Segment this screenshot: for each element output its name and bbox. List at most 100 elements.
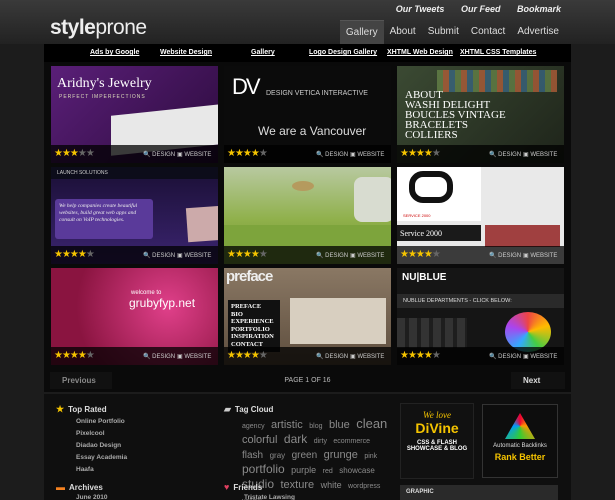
- tag-link[interactable]: ecommerce: [333, 438, 370, 445]
- bookmark-link[interactable]: Bookmark: [517, 4, 561, 14]
- friends-heading: ♥ Friends: [224, 482, 263, 492]
- nav-gallery[interactable]: Gallery: [339, 20, 384, 44]
- tag-link[interactable]: pink: [364, 453, 377, 460]
- website-link[interactable]: ▣ WEBSITE: [350, 353, 384, 360]
- thumb-preview: [290, 298, 386, 344]
- tag-link[interactable]: purple: [291, 465, 316, 475]
- tag-cloud-heading: ▰ Tag Cloud: [224, 404, 274, 414]
- thumb-illustration: [354, 177, 391, 222]
- list-item[interactable]: June 2010: [76, 492, 107, 500]
- design-link[interactable]: 🔍 DESIGN: [316, 151, 348, 158]
- ads-by-google-link[interactable]: Ads by Google: [90, 49, 139, 56]
- thumb-bracelets-image: [437, 70, 557, 92]
- gallery-thumb[interactable]: NU|BLUE NUBLUE DEPARTMENTS - CLICK BELOW…: [397, 268, 564, 365]
- tag-link[interactable]: colorful: [242, 434, 277, 446]
- tag-link[interactable]: agency: [242, 423, 265, 430]
- thumb-servers: [397, 318, 467, 348]
- rating-stars: ★★★★★: [54, 350, 95, 361]
- design-link[interactable]: 🔍 DESIGN: [316, 353, 348, 360]
- website-link[interactable]: ▣ WEBSITE: [177, 252, 211, 259]
- gallery-thumb[interactable]: ★★★★★ 🔍 DESIGN ▣ WEBSITE: [224, 167, 391, 264]
- ad-link-xhtml-css-templates[interactable]: XHTML CSS Templates: [460, 49, 536, 56]
- gallery-thumb[interactable]: Aridny's Jewelry PERFECT IMPERFECTIONS ★…: [51, 66, 218, 163]
- list-item[interactable]: Essay Academia: [76, 452, 127, 464]
- gallery-thumb[interactable]: LAUNCH SOLUTIONS We help companies creat…: [51, 167, 218, 264]
- tag-link[interactable]: portfolio: [242, 462, 285, 476]
- thumb-toolbar: ★★★★★ 🔍 DESIGN ▣ WEBSITE: [224, 145, 391, 163]
- gallery-thumb[interactable]: SERVICE 2000 Service 2000 ★★★★★ 🔍 DESIGN…: [397, 167, 564, 264]
- thumb-subtitle: PERFECT IMPERFECTIONS: [59, 94, 146, 100]
- design-link[interactable]: 🔍 DESIGN: [143, 252, 175, 259]
- tag-link[interactable]: green: [292, 450, 318, 461]
- website-link[interactable]: ▣ WEBSITE: [523, 252, 557, 259]
- ad-line: Automatic Backlinks: [493, 443, 547, 449]
- our-tweets-link[interactable]: Our Tweets: [396, 4, 445, 14]
- backlinks-ad-banner[interactable]: Automatic Backlinks Rank Better: [482, 404, 558, 478]
- thumb-toolbar: ★★★★★ 🔍 DESIGN ▣ WEBSITE: [51, 246, 218, 264]
- tag-link[interactable]: wordpress: [348, 483, 380, 490]
- thumb-title: preface: [226, 268, 273, 285]
- thumb-illustration: [292, 181, 314, 191]
- tag-link[interactable]: clean: [356, 416, 387, 431]
- gallery-thumb[interactable]: DV DESIGN VETICA INTERACTIVE We are a Va…: [224, 66, 391, 163]
- tag-link[interactable]: grunge: [324, 449, 358, 461]
- ad-link-gallery[interactable]: Gallery: [251, 49, 275, 56]
- gallery-thumb[interactable]: preface PREFACE BIO EXPERIENCE PORTFOLIO…: [224, 268, 391, 365]
- tag-link[interactable]: gray: [270, 451, 286, 460]
- thumb-title: LAUNCH SOLUTIONS: [57, 170, 108, 176]
- next-button[interactable]: Next: [511, 372, 565, 389]
- star-icon: ★: [56, 404, 65, 414]
- list-item[interactable]: Tristate Lawsing: [244, 492, 295, 500]
- nav-advertise[interactable]: Advertise: [511, 20, 565, 44]
- tag-link[interactable]: white: [321, 480, 342, 490]
- tag-link[interactable]: showcase: [339, 466, 375, 475]
- design-link[interactable]: 🔍 DESIGN: [316, 252, 348, 259]
- design-link[interactable]: 🔍 DESIGN: [489, 252, 521, 259]
- list-item[interactable]: Haafa: [76, 464, 127, 476]
- tag-link[interactable]: texture: [280, 479, 314, 491]
- site-logo[interactable]: styleprone: [50, 16, 147, 40]
- gallery-thumb[interactable]: ABOUT WASHI DELIGHT BOUCLES VINTAGE BRAC…: [397, 66, 564, 163]
- ad-title: DiVine: [415, 420, 459, 436]
- tag-link[interactable]: dark: [284, 432, 307, 446]
- design-link[interactable]: 🔍 DESIGN: [143, 353, 175, 360]
- website-link[interactable]: ▣ WEBSITE: [350, 252, 384, 259]
- ad-link-xhtml-web-design[interactable]: XHTML Web Design: [387, 49, 453, 56]
- ad-link-website-design[interactable]: Website Design: [160, 49, 212, 56]
- website-link[interactable]: ▣ WEBSITE: [523, 353, 557, 360]
- tag-link[interactable]: dirty: [314, 438, 327, 445]
- website-link[interactable]: ▣ WEBSITE: [350, 151, 384, 158]
- website-link[interactable]: ▣ WEBSITE: [523, 151, 557, 158]
- list-item[interactable]: Diadao Design: [76, 440, 127, 452]
- footer: ★ Top Rated Online Portfolio Pixelcool Di…: [44, 394, 571, 500]
- list-item[interactable]: Online Portfolio: [76, 416, 127, 428]
- tag-link[interactable]: artistic: [271, 419, 303, 431]
- thumb-toolbar: ★★★★★ 🔍 DESIGN ▣ WEBSITE: [51, 145, 218, 163]
- nav-contact[interactable]: Contact: [465, 20, 511, 44]
- tag-link[interactable]: red: [323, 468, 333, 475]
- thumb-menu: PREFACE BIO EXPERIENCE PORTFOLIO INSPIRA…: [228, 300, 280, 352]
- website-link[interactable]: ▣ WEBSITE: [177, 353, 211, 360]
- our-feed-link[interactable]: Our Feed: [461, 4, 501, 14]
- list-item[interactable]: Pixelcool: [76, 428, 127, 440]
- ad-link-logo-design-gallery[interactable]: Logo Design Gallery: [309, 49, 377, 56]
- website-link[interactable]: ▣ WEBSITE: [177, 151, 211, 158]
- graphic-ad-banner[interactable]: GRAPHIC: [400, 485, 558, 500]
- pagination: Previous PAGE 1 OF 16 Next: [44, 372, 571, 392]
- design-link[interactable]: 🔍 DESIGN: [489, 353, 521, 360]
- nav-about[interactable]: About: [384, 20, 422, 44]
- thumb-toolbar: ★★★★★ 🔍 DESIGN ▣ WEBSITE: [51, 347, 218, 365]
- tag-link[interactable]: blue: [329, 419, 350, 431]
- tag-link[interactable]: blog: [309, 423, 322, 430]
- ad-title: Rank Better: [494, 452, 546, 462]
- gallery-thumb[interactable]: welcome to grubyfyp.net ★★★★★ 🔍 DESIGN ▣…: [51, 268, 218, 365]
- nav-submit[interactable]: Submit: [422, 20, 465, 44]
- top-rated-heading: ★ Top Rated: [56, 404, 107, 414]
- thumb-tagline: We are a Vancouver: [258, 124, 367, 138]
- design-link[interactable]: 🔍 DESIGN: [489, 151, 521, 158]
- divine-ad-banner[interactable]: We love DiVine CSS & FLASH SHOWCASE & BL…: [400, 403, 474, 479]
- design-link[interactable]: 🔍 DESIGN: [143, 151, 175, 158]
- ad-line: SHOWCASE & BLOG: [406, 446, 468, 452]
- thumb-toolbar: ★★★★★ 🔍 DESIGN ▣ WEBSITE: [397, 347, 564, 365]
- tag-link[interactable]: flash: [242, 450, 263, 461]
